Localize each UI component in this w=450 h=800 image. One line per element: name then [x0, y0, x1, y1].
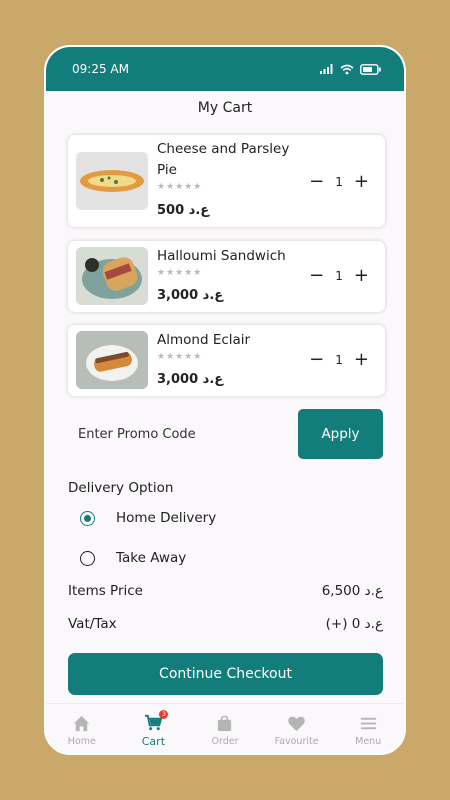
- item-image-sandwich: [76, 247, 148, 305]
- item-name: Cheese and Parsley Pie: [157, 141, 290, 178]
- nav-label: Order: [211, 736, 239, 747]
- quantity-stepper: − 1 +: [309, 265, 369, 286]
- wifi-icon: [340, 64, 354, 74]
- nav-label: Cart: [141, 735, 166, 748]
- bottom-navigation: Home 3 Cart Order Favourite Menu: [46, 703, 404, 753]
- nav-item-cart[interactable]: 3 Cart: [123, 710, 183, 748]
- delivery-option-title: Delivery Option: [68, 480, 174, 496]
- heart-icon: [288, 716, 305, 732]
- phone-frame: 09:25 AM My Cart Cheese and Parsley Pie …: [44, 45, 406, 755]
- delivery-option-label: Take Away: [116, 550, 187, 566]
- item-price: 3,000 ع.د: [157, 372, 224, 387]
- quantity-value: 1: [335, 174, 343, 189]
- vat-row: Vat/Tax (+) 0 ع.د: [68, 616, 383, 632]
- delivery-option-home[interactable]: Home Delivery: [80, 510, 216, 526]
- nav-item-menu[interactable]: Menu: [338, 714, 398, 747]
- nav-label: Home: [67, 736, 96, 747]
- vat-label: Vat/Tax: [68, 616, 117, 632]
- cart-item-almond-eclair[interactable]: Almond Eclair ★★★★★ 3,000 ع.د − 1 +: [68, 325, 385, 396]
- nav-item-order[interactable]: Order: [195, 714, 255, 747]
- items-price-value: 6,500 ع.د: [321, 583, 383, 599]
- delivery-option-takeaway[interactable]: Take Away: [80, 550, 186, 566]
- menu-icon: [360, 717, 376, 730]
- cart-badge: 3: [159, 710, 169, 719]
- continue-checkout-button[interactable]: Continue Checkout: [68, 653, 383, 695]
- items-price-row: Items Price 6,500 ع.د: [68, 583, 383, 599]
- item-name: Halloumi Sandwich: [157, 248, 286, 264]
- nav-item-home[interactable]: Home: [52, 714, 112, 747]
- apply-button[interactable]: Apply: [298, 409, 383, 459]
- nav-label: Menu: [355, 736, 382, 747]
- promo-code-input[interactable]: [68, 409, 298, 459]
- increase-quantity-button[interactable]: +: [354, 265, 369, 286]
- item-price: 500 ع.د: [157, 203, 210, 218]
- item-name: Almond Eclair: [157, 332, 251, 348]
- quantity-stepper: − 1 +: [309, 349, 369, 370]
- signal-icon: [320, 64, 333, 74]
- quantity-value: 1: [335, 352, 343, 367]
- item-image-eclair: [76, 331, 148, 389]
- home-icon: [74, 715, 90, 732]
- decrease-quantity-button[interactable]: −: [309, 349, 324, 370]
- item-rating: ★★★★★: [157, 182, 203, 192]
- bag-icon: [218, 715, 232, 732]
- quantity-stepper: − 1 +: [309, 171, 369, 192]
- item-rating: ★★★★★: [157, 352, 203, 362]
- nav-item-favourite[interactable]: Favourite: [267, 714, 327, 747]
- item-rating: ★★★★★: [157, 268, 203, 278]
- promo-code-row: Apply: [68, 409, 383, 459]
- status-time: 09:25 AM: [72, 62, 129, 76]
- increase-quantity-button[interactable]: +: [354, 349, 369, 370]
- item-price: 3,000 ع.د: [157, 288, 224, 303]
- radio-selected-icon[interactable]: [80, 510, 95, 526]
- status-bar: 09:25 AM: [46, 47, 404, 91]
- nav-label: Favourite: [274, 736, 319, 747]
- delivery-option-label: Home Delivery: [116, 510, 217, 526]
- cart-item-cheese-parsley-pie[interactable]: Cheese and Parsley Pie ★★★★★ 500 ع.د − 1…: [68, 135, 385, 227]
- battery-icon: [360, 63, 381, 75]
- decrease-quantity-button[interactable]: −: [309, 171, 324, 192]
- increase-quantity-button[interactable]: +: [354, 171, 369, 192]
- item-image-pie: [76, 152, 148, 210]
- quantity-value: 1: [335, 268, 343, 283]
- items-price-label: Items Price: [68, 583, 143, 599]
- decrease-quantity-button[interactable]: −: [309, 265, 324, 286]
- cart-item-halloumi-sandwich[interactable]: Halloumi Sandwich ★★★★★ 3,000 ع.د − 1 +: [68, 241, 385, 312]
- page-title: My Cart: [197, 100, 253, 116]
- vat-value: (+) 0 ع.د: [325, 616, 383, 632]
- radio-unselected-icon[interactable]: [80, 550, 95, 566]
